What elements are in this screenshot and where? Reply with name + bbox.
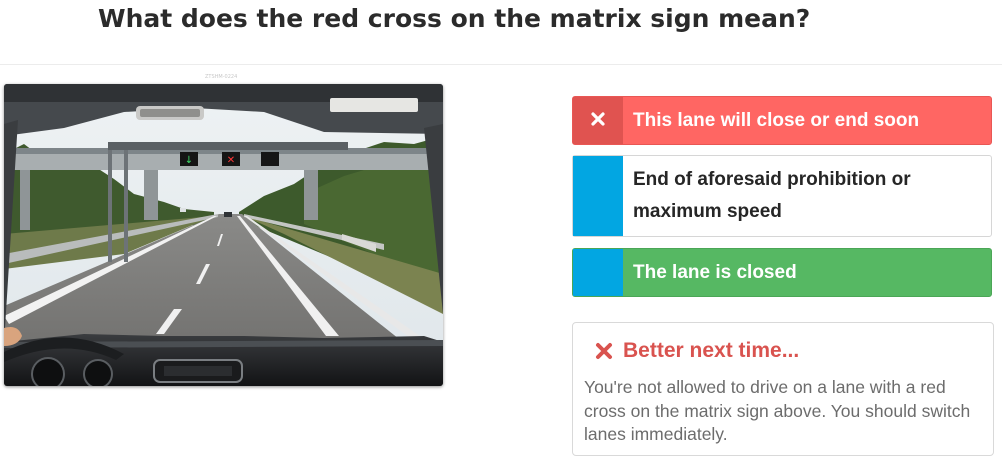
question-title: What does the red cross on the matrix si… xyxy=(98,4,811,33)
answer-marker xyxy=(573,156,623,236)
page-header: What does the red cross on the matrix si… xyxy=(0,0,1002,65)
x-icon xyxy=(595,342,613,360)
answer-label: End of aforesaid prohibition or maximum … xyxy=(633,169,911,222)
answer-marker-wrong xyxy=(573,97,623,144)
answer-label: The lane is closed xyxy=(633,261,797,283)
answer-option-2[interactable]: End of aforesaid prohibition or maximum … xyxy=(572,155,992,237)
svg-text:✕: ✕ xyxy=(227,155,235,166)
svg-text:↓: ↓ xyxy=(185,155,193,166)
feedback-box: Better next time... You're not allowed t… xyxy=(572,322,994,456)
answer-label: This lane will close or end soon xyxy=(633,109,920,131)
image-caption: ZTSHM-0224 xyxy=(205,74,238,80)
feedback-title: Better next time... xyxy=(623,339,800,362)
answer-option-3[interactable]: The lane is closed xyxy=(572,248,992,297)
question-image: ↓ ✕ xyxy=(4,84,443,386)
feedback-header: Better next time... xyxy=(595,339,799,363)
answer-option-1[interactable]: This lane will close or end soon xyxy=(572,96,992,145)
x-icon xyxy=(591,110,605,132)
feedback-text: You're not allowed to drive on a lane wi… xyxy=(584,377,971,444)
answer-marker xyxy=(573,249,623,296)
